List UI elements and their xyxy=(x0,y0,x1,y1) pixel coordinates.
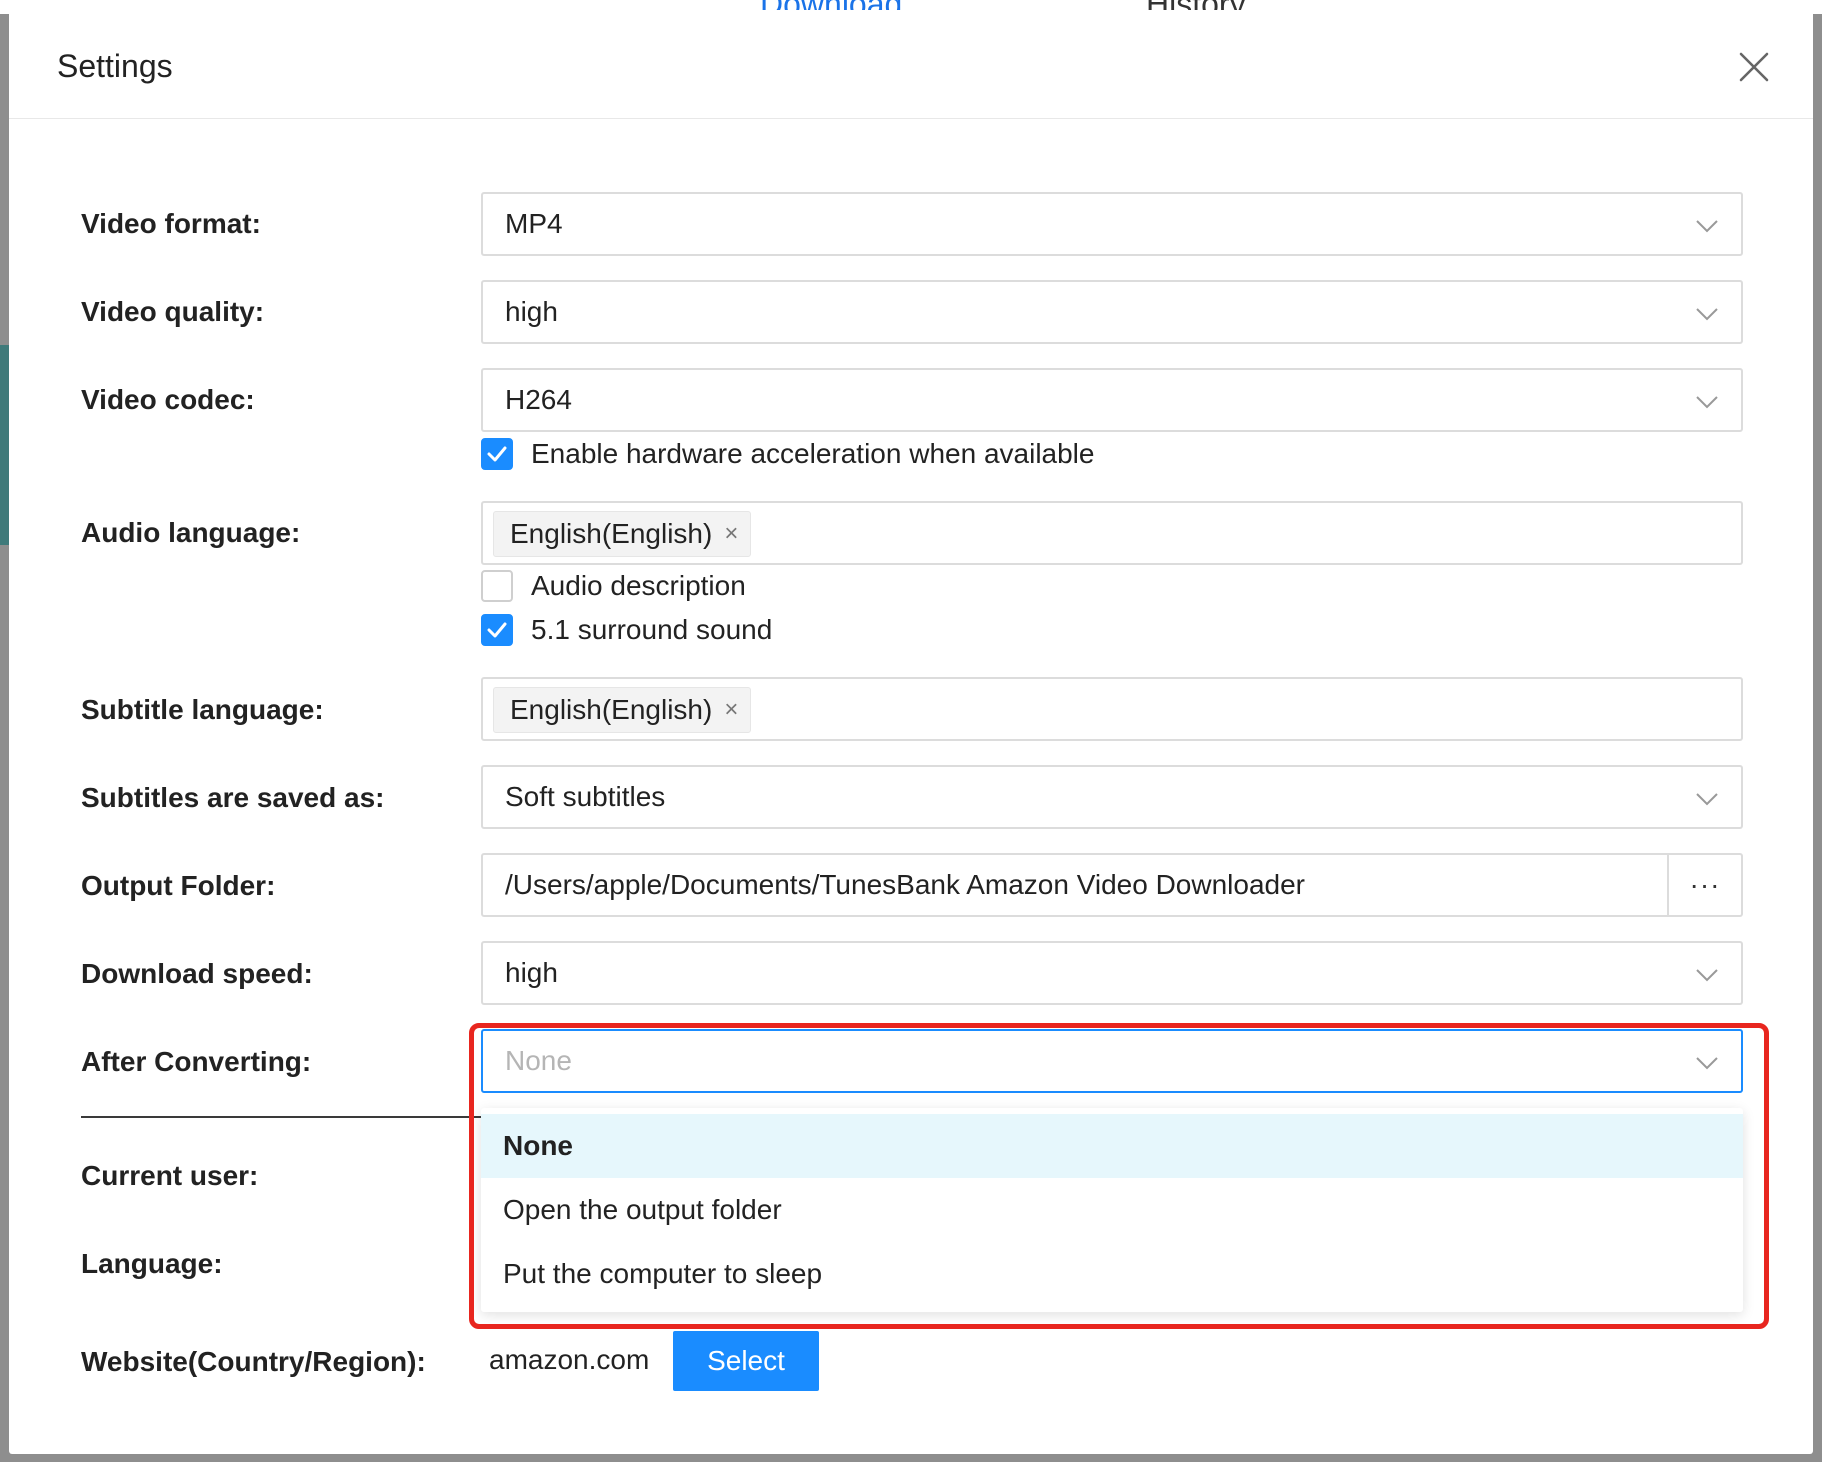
hw-accel-checkbox[interactable] xyxy=(481,438,513,470)
subtitle-language-tag: English(English) × xyxy=(493,687,752,733)
dropdown-option-none[interactable]: None xyxy=(481,1114,1743,1178)
video-quality-value: high xyxy=(505,296,558,327)
dialog-title: Settings xyxy=(57,48,173,84)
audio-description-checkbox[interactable] xyxy=(481,570,513,602)
settings-dialog: Settings Video format: MP4 Video quality… xyxy=(9,10,1813,1454)
tag-remove-icon[interactable]: × xyxy=(724,522,738,546)
after-converting-label: After Converting: xyxy=(81,1046,312,1077)
surround-sound-label: 5.1 surround sound xyxy=(531,614,773,645)
subtitle-language-select[interactable]: English(English) × xyxy=(481,677,1743,741)
background-edge xyxy=(0,345,9,545)
audio-description-option[interactable]: Audio description xyxy=(481,570,746,602)
subtitles-saved-as-select[interactable]: Soft subtitles xyxy=(481,765,1743,829)
chevron-down-icon xyxy=(1695,214,1719,238)
download-speed-select[interactable]: high xyxy=(481,941,1743,1005)
dropdown-option-sleep[interactable]: Put the computer to sleep xyxy=(481,1242,1743,1306)
after-converting-placeholder: None xyxy=(505,1045,572,1076)
video-codec-select[interactable]: H264 xyxy=(481,368,1743,432)
video-quality-label: Video quality: xyxy=(81,296,265,327)
download-speed-label: Download speed: xyxy=(81,958,313,989)
close-icon[interactable] xyxy=(1737,50,1771,84)
chevron-down-icon xyxy=(1695,302,1719,326)
website-value: amazon.com xyxy=(489,1344,650,1375)
dropdown-option-open-folder[interactable]: Open the output folder xyxy=(481,1178,1743,1242)
subtitles-saved-as-value: Soft subtitles xyxy=(505,781,666,812)
select-website-button[interactable]: Select xyxy=(673,1331,819,1391)
download-speed-value: high xyxy=(505,957,558,988)
subtitle-language-label: Subtitle language: xyxy=(81,694,324,725)
audio-language-tag-text: English(English) xyxy=(510,518,713,549)
dialog-header: Settings xyxy=(9,10,1813,119)
video-codec-label: Video codec: xyxy=(81,384,255,415)
tag-remove-icon[interactable]: × xyxy=(724,698,738,722)
subtitle-language-tag-text: English(English) xyxy=(510,694,713,725)
output-folder-value: /Users/apple/Documents/TunesBank Amazon … xyxy=(505,869,1305,900)
video-format-select[interactable]: MP4 xyxy=(481,192,1743,256)
chevron-down-icon xyxy=(1695,963,1719,987)
chevron-down-icon xyxy=(1695,787,1719,811)
audio-description-label: Audio description xyxy=(531,570,746,601)
surround-sound-option[interactable]: 5.1 surround sound xyxy=(481,614,772,646)
surround-sound-checkbox[interactable] xyxy=(481,614,513,646)
video-format-value: MP4 xyxy=(505,208,563,239)
language-label: Language: xyxy=(81,1248,223,1279)
current-user-label: Current user: xyxy=(81,1160,259,1191)
browse-folder-button[interactable]: ··· xyxy=(1667,855,1741,915)
website-label: Website(Country/Region): xyxy=(81,1346,426,1377)
video-quality-select[interactable]: high xyxy=(481,280,1743,344)
subtitles-saved-as-label: Subtitles are saved as: xyxy=(81,782,385,813)
video-format-label: Video format: xyxy=(81,208,261,239)
video-codec-value: H264 xyxy=(505,384,572,415)
audio-language-label: Audio language: xyxy=(81,517,301,548)
output-folder-label: Output Folder: xyxy=(81,870,276,901)
audio-language-select[interactable]: English(English) × xyxy=(481,501,1743,565)
after-converting-select[interactable]: None xyxy=(481,1029,1743,1093)
audio-language-tag: English(English) × xyxy=(493,511,752,557)
after-converting-dropdown: None Open the output folder Put the comp… xyxy=(481,1108,1743,1312)
output-folder-input[interactable]: /Users/apple/Documents/TunesBank Amazon … xyxy=(481,853,1743,917)
hw-accel-option[interactable]: Enable hardware acceleration when availa… xyxy=(481,438,1094,470)
hw-accel-label: Enable hardware acceleration when availa… xyxy=(531,438,1095,469)
chevron-down-icon xyxy=(1695,390,1719,414)
chevron-down-icon xyxy=(1695,1051,1719,1075)
